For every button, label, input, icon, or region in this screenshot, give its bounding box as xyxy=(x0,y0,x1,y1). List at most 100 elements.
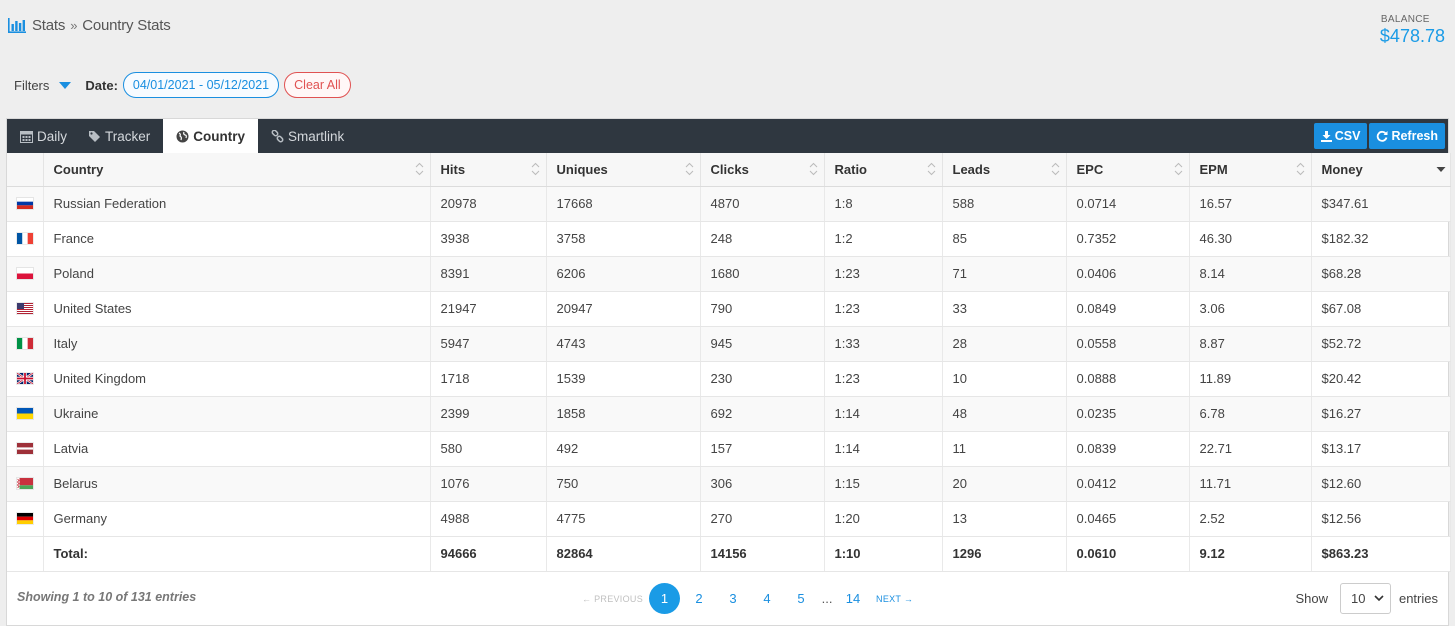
flag-it-icon xyxy=(17,338,33,349)
column-header-clicks[interactable]: Clicks xyxy=(700,153,825,187)
table-row: United Kingdom 1718 1539 230 1:23 10 0.0888 11.… xyxy=(7,361,1451,397)
cell-uniques: 1858 xyxy=(546,396,701,432)
page-button-3[interactable]: 3 xyxy=(716,584,750,614)
next-page-button[interactable]: NEXT → xyxy=(876,594,913,604)
refresh-button[interactable]: Refresh xyxy=(1369,123,1445,149)
table-header-row: Country Hits Uniques Clicks Ratio Leads … xyxy=(7,153,1451,187)
cell-ratio: 1:15 xyxy=(824,466,943,502)
column-header-leads[interactable]: Leads xyxy=(942,153,1067,187)
cell-money: $67.08 xyxy=(1311,291,1451,327)
flag-ru-icon xyxy=(17,198,33,209)
page-button-14[interactable]: 14 xyxy=(836,584,870,614)
breadcrumb-stats-link[interactable]: Stats xyxy=(32,17,65,34)
filters-bar: Filters Date: 04/01/2021 - 05/12/2021 Cl… xyxy=(14,72,351,98)
cell-ratio: 1:23 xyxy=(824,291,943,327)
stats-panel: Daily Tracker Country Smartlink CSV Refr… xyxy=(6,118,1451,626)
date-filter-label: Date: xyxy=(85,77,118,93)
tab-smartlink[interactable]: Smartlink xyxy=(258,119,357,153)
show-label: Show xyxy=(1295,591,1328,606)
column-header-ratio[interactable]: Ratio xyxy=(824,153,943,187)
page-size-select[interactable]: 10 xyxy=(1339,583,1391,614)
column-header-country[interactable]: Country xyxy=(43,153,431,187)
total-hits: 94666 xyxy=(430,536,547,572)
column-header-hits[interactable]: Hits xyxy=(430,153,547,187)
clear-all-button[interactable]: Clear All xyxy=(284,72,351,98)
cell-uniques: 750 xyxy=(546,466,701,502)
tab-actions: CSV Refresh xyxy=(1313,123,1445,149)
filters-label[interactable]: Filters xyxy=(14,78,49,93)
cell-leads: 588 xyxy=(942,186,1067,222)
column-header-epc[interactable]: EPC xyxy=(1066,153,1190,187)
column-header-label: Uniques xyxy=(556,161,608,177)
flag-gb-icon xyxy=(17,373,33,384)
flag-cell xyxy=(7,361,44,397)
cell-epm: 11.71 xyxy=(1189,466,1312,502)
breadcrumb-separator: » xyxy=(70,18,78,33)
table-row: Germany 4988 4775 270 1:20 13 0.0465 2.52 $12.56 xyxy=(7,501,1451,537)
cell-country: Germany xyxy=(43,501,431,537)
cell-epc: 0.0465 xyxy=(1066,501,1190,537)
sort-desc-icon xyxy=(1436,167,1445,172)
cell-country: United States xyxy=(43,291,431,327)
sort-icon xyxy=(927,162,935,176)
cell-epc: 0.0839 xyxy=(1066,431,1190,467)
cell-hits: 21947 xyxy=(430,291,547,327)
column-header-label: Money xyxy=(1321,161,1363,177)
entries-info: Showing 1 to 10 of 131 entries xyxy=(17,590,197,604)
page-button-2[interactable]: 2 xyxy=(682,584,716,614)
cell-epm: 3.06 xyxy=(1189,291,1312,327)
balance-label: BALANCE xyxy=(1380,14,1430,25)
cell-money: $16.27 xyxy=(1311,396,1451,432)
total-money: $863.23 xyxy=(1311,536,1451,572)
globe-icon xyxy=(176,130,189,142)
cell-ratio: 1:14 xyxy=(824,396,943,432)
cell-country: Italy xyxy=(43,326,431,362)
cell-leads: 13 xyxy=(942,501,1067,537)
cell-epc: 0.0714 xyxy=(1066,186,1190,222)
flag-cell xyxy=(7,536,44,572)
sort-icon xyxy=(1174,162,1182,176)
cell-uniques: 6206 xyxy=(546,256,701,292)
cell-epm: 2.52 xyxy=(1189,501,1312,537)
flag-cell xyxy=(7,186,44,222)
refresh-label: Refresh xyxy=(1391,129,1438,143)
cell-country: Poland xyxy=(43,256,431,292)
previous-page-button[interactable]: ← PREVIOUS xyxy=(582,594,643,604)
cell-uniques: 17668 xyxy=(546,186,701,222)
cell-hits: 3938 xyxy=(430,221,547,257)
date-range-filter[interactable]: 04/01/2021 - 05/12/2021 xyxy=(122,72,280,98)
column-header-uniques[interactable]: Uniques xyxy=(546,153,701,187)
total-clicks: 14156 xyxy=(700,536,825,572)
cell-clicks: 4870 xyxy=(700,186,825,222)
refresh-icon xyxy=(1377,130,1388,142)
tag-icon xyxy=(89,130,101,142)
sort-icon xyxy=(809,162,817,176)
cell-money: $12.56 xyxy=(1311,501,1451,537)
column-header-epm[interactable]: EPM xyxy=(1189,153,1312,187)
filters-toggle-caret-icon[interactable] xyxy=(59,81,72,89)
chevron-down-icon xyxy=(1374,595,1384,602)
country-stats-table: Country Hits Uniques Clicks Ratio Leads … xyxy=(7,153,1451,572)
cell-country: Russian Federation xyxy=(43,186,431,222)
page-button-1[interactable]: 1 xyxy=(649,583,681,614)
cell-epc: 0.0235 xyxy=(1066,396,1190,432)
tab-tracker[interactable]: Tracker xyxy=(80,119,163,153)
link-icon xyxy=(271,129,284,142)
cell-uniques: 4775 xyxy=(546,501,701,537)
flag-cell xyxy=(7,466,44,502)
cell-leads: 28 xyxy=(942,326,1067,362)
tab-daily[interactable]: Daily xyxy=(7,119,80,153)
tab-country[interactable]: Country xyxy=(163,119,259,153)
cell-country: France xyxy=(43,221,431,257)
cell-country: Ukraine xyxy=(43,396,431,432)
csv-export-button[interactable]: CSV xyxy=(1313,123,1368,149)
cell-clicks: 230 xyxy=(700,361,825,397)
page-button-4[interactable]: 4 xyxy=(750,584,784,614)
table-row: Latvia 580 492 157 1:14 11 0.0839 22.71 $13.17 xyxy=(7,431,1451,467)
tab-daily-label: Daily xyxy=(37,128,68,144)
page-button-5[interactable]: 5 xyxy=(784,584,818,614)
total-epm: 9.12 xyxy=(1189,536,1312,572)
column-header-money[interactable]: Money xyxy=(1311,153,1451,187)
flag-column-header xyxy=(7,153,44,187)
cell-epc: 0.0888 xyxy=(1066,361,1190,397)
